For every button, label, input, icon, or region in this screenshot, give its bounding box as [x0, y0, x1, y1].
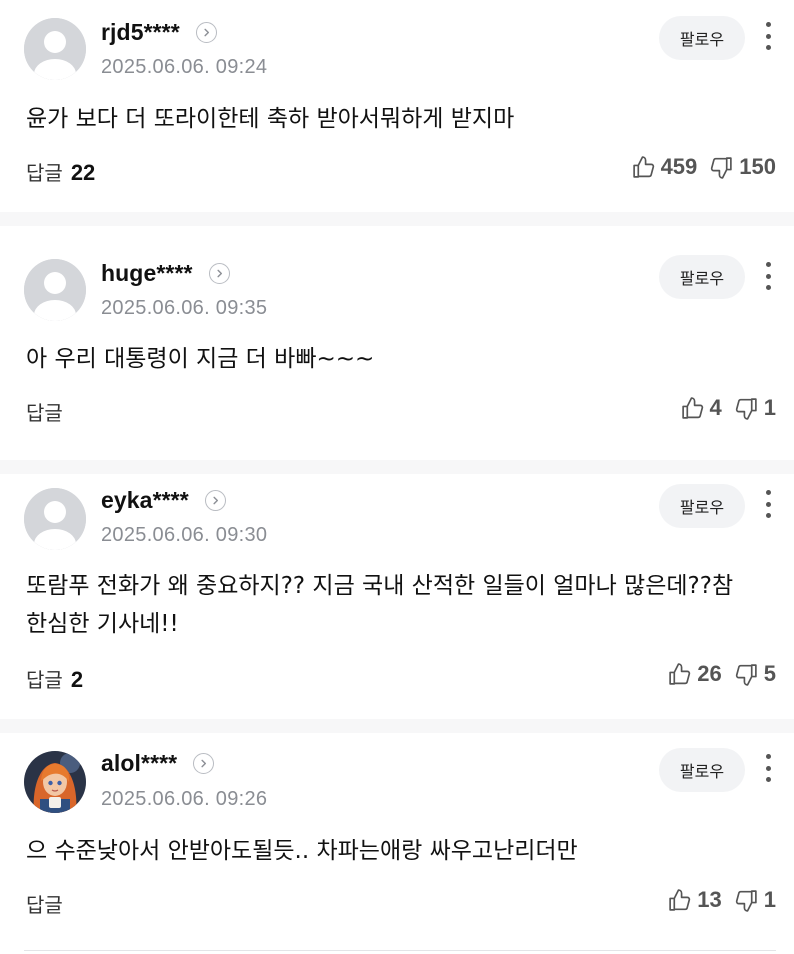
dislike-count: 5 [763, 661, 776, 686]
comment-divider [0, 460, 794, 474]
like-count: 26 [697, 661, 722, 686]
comment-date: 2025.06.06. 09:24 [101, 56, 268, 78]
chevron-right-icon[interactable] [208, 262, 230, 284]
illustrated-avatar-icon [24, 751, 86, 813]
comment-item: huge**** 2025.06.06. 09:35 팔로우 아 우리 대통령이… [0, 226, 794, 460]
avatar[interactable] [24, 18, 86, 80]
thumbs-down-icon [711, 156, 732, 179]
comment-date: 2025.06.06. 09:26 [101, 788, 268, 810]
reply-button[interactable]: 답글 2 [26, 664, 83, 693]
bottom-divider [24, 950, 776, 951]
vote-group: 4 1 [680, 395, 776, 421]
comment-item: eyka**** 2025.06.06. 09:30 팔로우 또람푸 전화가 왜… [0, 474, 794, 719]
comment-item: rjd5**** 2025.06.06. 09:24 팔로우 윤가 보다 더 또… [0, 0, 794, 212]
like-button[interactable]: 26 [667, 661, 722, 687]
dislike-count: 1 [763, 887, 776, 912]
comment-date: 2025.06.06. 09:35 [101, 297, 268, 319]
nickname[interactable]: alol**** [101, 750, 177, 777]
like-button[interactable]: 13 [667, 887, 722, 913]
default-avatar-icon [24, 488, 86, 550]
thumbs-up-icon [681, 396, 703, 419]
thumbs-up-icon [669, 662, 691, 685]
thumbs-up-icon [632, 155, 654, 178]
thumbs-up-icon [669, 888, 691, 911]
dislike-button[interactable]: 5 [734, 661, 776, 687]
dislike-button[interactable]: 150 [709, 154, 776, 180]
thumbs-down-icon [735, 397, 757, 420]
follow-button[interactable]: 팔로우 [659, 748, 745, 792]
reply-label: 답글 [26, 668, 63, 692]
vote-group: 459 150 [631, 154, 776, 180]
reply-button[interactable]: 답글 [26, 397, 71, 426]
comment-text: 또람푸 전화가 왜 중요하지?? 지금 국내 산적한 일들이 얼마나 많은데??… [26, 573, 734, 637]
chevron-right-icon[interactable] [193, 752, 215, 774]
comment-text: 으 수준낮아서 안받아도될듯.. 차파는애랑 싸우고난리더만 [26, 838, 578, 864]
reply-count: 22 [70, 160, 96, 185]
dislike-button[interactable]: 1 [734, 887, 776, 913]
follow-button[interactable]: 팔로우 [659, 16, 745, 60]
comment-item: alol**** 2025.06.06. 09:26 팔로우 으 수준낮아서 안… [0, 733, 794, 954]
chevron-right-icon[interactable] [195, 21, 217, 43]
avatar[interactable] [24, 751, 86, 813]
reply-button[interactable]: 답글 [26, 889, 71, 918]
thumbs-down-icon [735, 663, 757, 686]
reply-count: 2 [70, 667, 84, 692]
dislike-count: 1 [763, 395, 776, 420]
thumbs-down-icon [735, 889, 757, 912]
default-avatar-icon [24, 18, 86, 80]
comment-divider [0, 212, 794, 226]
comment-text: 윤가 보다 더 또라이한테 축하 받아서뭐하게 받지마 [26, 106, 515, 132]
comment-divider [0, 719, 794, 733]
nickname[interactable]: rjd5**** [101, 19, 180, 46]
avatar[interactable] [24, 488, 86, 550]
more-vertical-icon[interactable] [758, 18, 778, 54]
more-vertical-icon[interactable] [758, 486, 778, 522]
reply-label: 답글 [26, 161, 63, 185]
like-count: 13 [697, 887, 722, 912]
nickname[interactable]: eyka**** [101, 487, 189, 514]
reply-label: 답글 [26, 893, 63, 917]
vote-group: 26 5 [667, 661, 776, 687]
comment-date: 2025.06.06. 09:30 [101, 524, 268, 546]
follow-button[interactable]: 팔로우 [659, 484, 745, 528]
chevron-right-icon[interactable] [204, 489, 226, 511]
reply-label: 답글 [26, 401, 63, 425]
follow-button[interactable]: 팔로우 [659, 255, 745, 299]
more-vertical-icon[interactable] [758, 258, 778, 294]
comment-text: 아 우리 대통령이 지금 더 바빠~~~ [26, 346, 375, 372]
nickname[interactable]: huge**** [101, 260, 193, 287]
dislike-button[interactable]: 1 [734, 395, 776, 421]
more-vertical-icon[interactable] [758, 750, 778, 786]
like-button[interactable]: 4 [680, 395, 722, 421]
vote-group: 13 1 [667, 887, 776, 913]
like-button[interactable]: 459 [631, 154, 698, 180]
dislike-count: 150 [739, 154, 776, 179]
reply-button[interactable]: 답글 22 [26, 157, 95, 186]
like-count: 459 [660, 154, 698, 179]
default-avatar-icon [24, 259, 86, 321]
like-count: 4 [709, 395, 722, 420]
avatar[interactable] [24, 259, 86, 321]
